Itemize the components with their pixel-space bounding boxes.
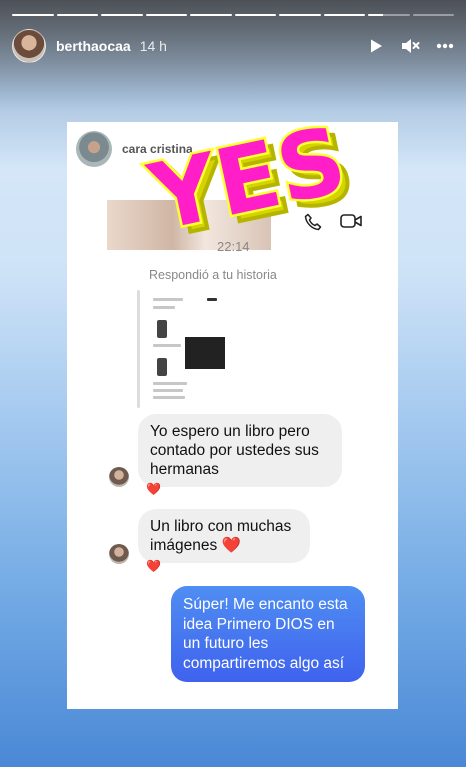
- story-progress: [12, 14, 454, 16]
- chat-screenshot: cara cristina 22:14 YES YES Respondió a …: [67, 122, 398, 709]
- reply-quote-bar: [137, 290, 140, 408]
- progress-fill: [234, 14, 276, 16]
- more-icon[interactable]: [436, 43, 454, 49]
- username[interactable]: berthaocaa: [56, 38, 131, 54]
- progress-fill: [56, 14, 98, 16]
- heart-reaction: ❤️: [146, 482, 161, 496]
- contact-mini-avatar: [109, 467, 129, 487]
- story-viewer[interactable]: berthaocaa 14 h cara cristina 22:14 YES …: [0, 0, 466, 767]
- contact-mini-avatar: [109, 544, 129, 564]
- reply-label: Respondió a tu historia: [149, 268, 277, 282]
- progress-segment: [12, 14, 54, 16]
- progress-fill: [190, 14, 232, 16]
- progress-segment: [101, 14, 143, 16]
- progress-segment: [234, 14, 276, 16]
- received-message-2: Un libro con muchas imágenes ❤️: [138, 509, 310, 563]
- yes-sticker: YES YES: [139, 122, 364, 242]
- received-message-1: Yo espero un libro pero contado por uste…: [138, 414, 342, 487]
- progress-fill: [101, 14, 143, 16]
- progress-segment: [190, 14, 232, 16]
- progress-fill: [368, 14, 383, 16]
- contact-avatar: [76, 131, 112, 167]
- progress-segment: [279, 14, 321, 16]
- progress-fill: [279, 14, 321, 16]
- progress-segment: [145, 14, 187, 16]
- user-avatar[interactable]: [12, 29, 46, 63]
- progress-fill: [12, 14, 54, 16]
- story-header: berthaocaa 14 h: [12, 29, 454, 63]
- time-ago: 14 h: [139, 38, 167, 54]
- story-thumbnail: [145, 292, 293, 410]
- heart-reaction: ❤️: [146, 559, 161, 573]
- progress-fill: [323, 14, 365, 16]
- sent-message: Súper! Me encanto esta idea Primero DIOS…: [171, 586, 365, 682]
- progress-segment: [56, 14, 98, 16]
- progress-fill: [145, 14, 187, 16]
- progress-segment: [412, 14, 454, 16]
- play-icon[interactable]: [368, 38, 384, 54]
- progress-segment: [323, 14, 365, 16]
- heart-emoji: ❤️: [221, 537, 241, 554]
- progress-segment: [368, 14, 410, 16]
- mute-icon[interactable]: [400, 37, 420, 55]
